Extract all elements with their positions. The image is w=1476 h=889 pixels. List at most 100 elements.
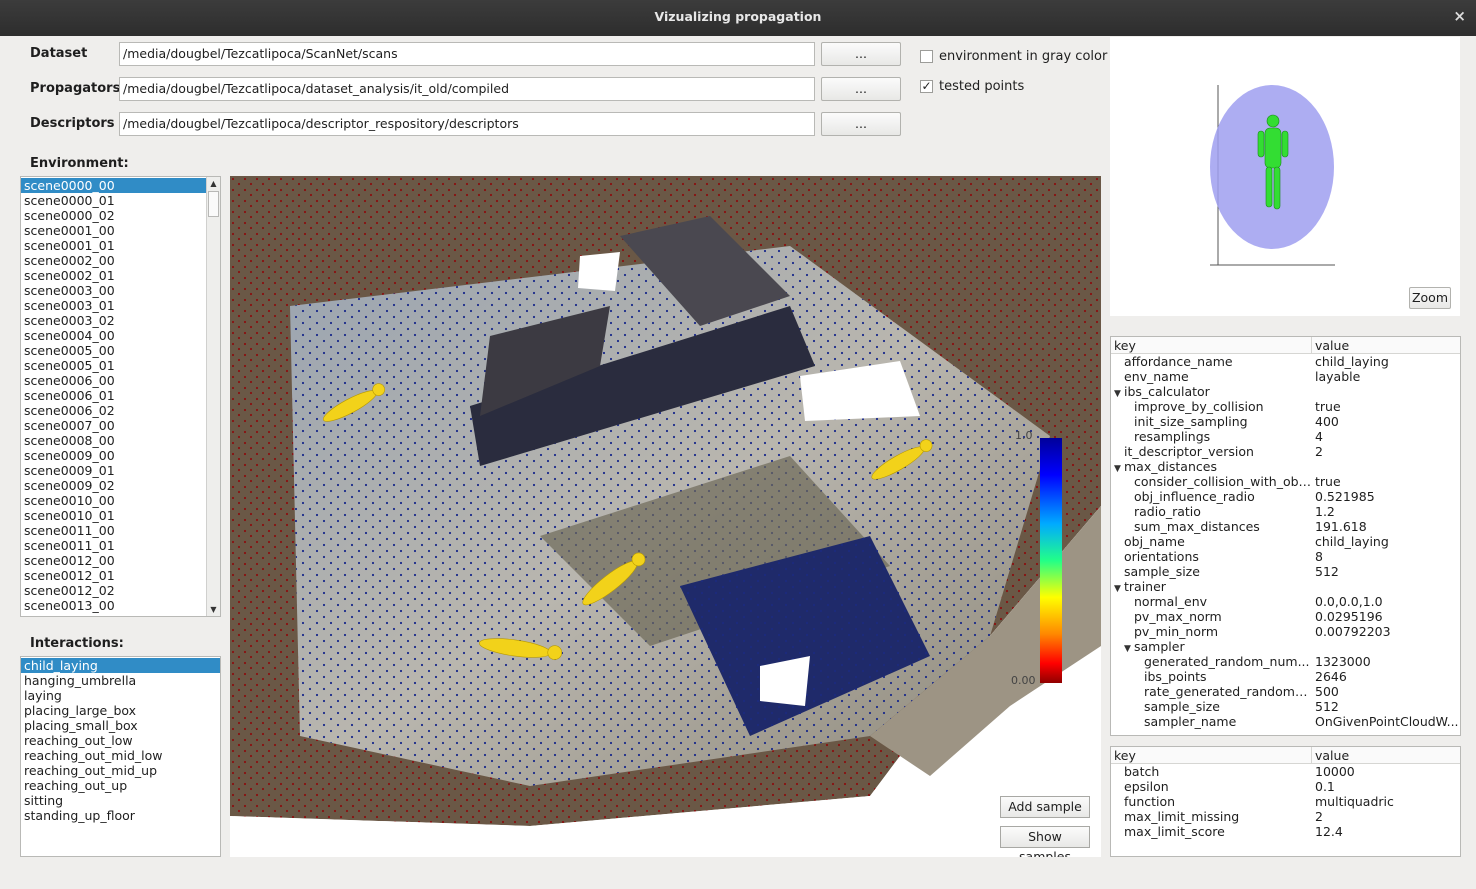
list-item[interactable]: scene0012_02 bbox=[21, 583, 206, 598]
expand-arrow-icon[interactable]: ▼ bbox=[1114, 387, 1124, 399]
table-row[interactable]: improve_by_collision true bbox=[1111, 399, 1460, 414]
list-item[interactable]: scene0002_00 bbox=[21, 253, 206, 268]
key-column-header[interactable]: key bbox=[1111, 747, 1312, 763]
table-row[interactable]: init_size_sampling 400 bbox=[1111, 414, 1460, 429]
list-item[interactable]: scene0008_00 bbox=[21, 433, 206, 448]
tested-points-checkbox[interactable]: ✓ tested points bbox=[920, 79, 1024, 94]
table-row[interactable]: env_name layable bbox=[1111, 369, 1460, 384]
list-item[interactable]: reaching_out_mid_up bbox=[21, 763, 220, 778]
list-item[interactable]: scene0009_01 bbox=[21, 463, 206, 478]
table-row[interactable]: ▼ max_distances bbox=[1111, 459, 1460, 474]
list-item[interactable]: reaching_out_low bbox=[21, 733, 220, 748]
table-row[interactable]: pv_min_norm 0.00792203 bbox=[1111, 624, 1460, 639]
table-row[interactable]: sampler_name OnGivenPointCloudW... bbox=[1111, 714, 1460, 729]
interactions-list[interactable]: child_laying hanging_umbrella laying placin… bbox=[20, 656, 221, 857]
expand-arrow-icon[interactable]: ▼ bbox=[1124, 642, 1134, 654]
list-item[interactable]: scene0003_01 bbox=[21, 298, 206, 313]
table-row[interactable]: max_limit_missing 2 bbox=[1111, 809, 1460, 824]
table-row[interactable]: ▼ sampler bbox=[1111, 639, 1460, 654]
table-row[interactable]: normal_env 0.0,0.0,1.0 bbox=[1111, 594, 1460, 609]
add-sample-button[interactable]: Add sample bbox=[1000, 796, 1090, 818]
table-row[interactable]: generated_random_num... 1323000 bbox=[1111, 654, 1460, 669]
list-item[interactable]: scene0012_01 bbox=[21, 568, 206, 583]
table-row[interactable]: epsilon 0.1 bbox=[1111, 779, 1460, 794]
table-row[interactable]: rate_generated_random_... 500 bbox=[1111, 684, 1460, 699]
table-row[interactable]: resamplings 4 bbox=[1111, 429, 1460, 444]
object-preview-view[interactable]: Zoom bbox=[1110, 37, 1460, 316]
list-item[interactable]: sitting bbox=[21, 793, 220, 808]
table-row[interactable]: consider_collision_with_obj... true bbox=[1111, 474, 1460, 489]
list-item[interactable]: reaching_out_mid_low bbox=[21, 748, 220, 763]
list-item[interactable]: scene0009_02 bbox=[21, 478, 206, 493]
table-row[interactable]: orientations 8 bbox=[1111, 549, 1460, 564]
list-item[interactable]: scene0003_00 bbox=[21, 283, 206, 298]
list-item[interactable]: scene0010_01 bbox=[21, 508, 206, 523]
expand-arrow-icon[interactable]: ▼ bbox=[1114, 462, 1124, 474]
list-item[interactable]: scene0012_00 bbox=[21, 553, 206, 568]
environment-scrollbar[interactable]: ▲ ▼ bbox=[206, 177, 220, 616]
scroll-down-icon[interactable]: ▼ bbox=[207, 603, 220, 616]
list-item[interactable]: child_laying bbox=[21, 658, 220, 673]
descriptors-path-field[interactable]: /media/dougbel/Tezcatlipoca/descriptor_r… bbox=[119, 112, 815, 136]
table-row[interactable]: sample_size 512 bbox=[1111, 564, 1460, 579]
value-column-header[interactable]: value bbox=[1312, 337, 1349, 353]
list-item[interactable]: scene0011_01 bbox=[21, 538, 206, 553]
table-row[interactable]: function multiquadric bbox=[1111, 794, 1460, 809]
list-item[interactable]: scene0000_02 bbox=[21, 208, 206, 223]
expand-arrow-icon[interactable]: ▼ bbox=[1114, 582, 1124, 594]
tested-points-checkbox-box[interactable]: ✓ bbox=[920, 80, 933, 93]
list-item[interactable]: reaching_out_up bbox=[21, 778, 220, 793]
gray-color-checkbox[interactable]: environment in gray color bbox=[920, 49, 1107, 64]
list-item[interactable]: scene0013_00 bbox=[21, 598, 206, 613]
table-row[interactable]: ibs_points 2646 bbox=[1111, 669, 1460, 684]
scene-render[interactable] bbox=[230, 176, 1101, 857]
list-item[interactable]: scene0002_01 bbox=[21, 268, 206, 283]
scroll-up-icon[interactable]: ▲ bbox=[207, 177, 220, 190]
table-row[interactable]: batch 10000 bbox=[1111, 764, 1460, 779]
list-item[interactable]: scene0005_00 bbox=[21, 343, 206, 358]
table-row[interactable]: ▼ ibs_calculator bbox=[1111, 384, 1460, 399]
descriptors-browse-button[interactable]: ... bbox=[821, 112, 901, 136]
table-row[interactable]: it_descriptor_version 2 bbox=[1111, 444, 1460, 459]
list-item[interactable]: placing_small_box bbox=[21, 718, 220, 733]
table-row[interactable]: max_limit_score 12.4 bbox=[1111, 824, 1460, 839]
list-item[interactable]: placing_large_box bbox=[21, 703, 220, 718]
dataset-browse-button[interactable]: ... bbox=[821, 42, 901, 66]
table-row[interactable]: radio_ratio 1.2 bbox=[1111, 504, 1460, 519]
list-item[interactable]: scene0004_00 bbox=[21, 328, 206, 343]
propagators-browse-button[interactable]: ... bbox=[821, 77, 901, 101]
gray-color-checkbox-box[interactable] bbox=[920, 50, 933, 63]
value-column-header[interactable]: value bbox=[1312, 747, 1349, 763]
propagators-path-field[interactable]: /media/dougbel/Tezcatlipoca/dataset_anal… bbox=[119, 77, 815, 101]
list-item[interactable]: scene0005_01 bbox=[21, 358, 206, 373]
list-item[interactable]: scene0011_00 bbox=[21, 523, 206, 538]
list-item[interactable]: standing_up_floor bbox=[21, 808, 220, 823]
scroll-thumb[interactable] bbox=[208, 191, 219, 217]
environment-list[interactable]: scene0000_00 scene0000_01 scene0000_02 scen… bbox=[20, 176, 221, 617]
list-item[interactable]: scene0006_01 bbox=[21, 388, 206, 403]
list-item[interactable]: scene0010_00 bbox=[21, 493, 206, 508]
table-row[interactable]: affordance_name child_laying bbox=[1111, 354, 1460, 369]
list-item[interactable]: scene0006_00 bbox=[21, 373, 206, 388]
table-row[interactable]: obj_influence_radio 0.521985 bbox=[1111, 489, 1460, 504]
list-item[interactable]: scene0003_02 bbox=[21, 313, 206, 328]
list-item[interactable]: hanging_umbrella bbox=[21, 673, 220, 688]
list-item[interactable]: scene0001_01 bbox=[21, 238, 206, 253]
list-item[interactable]: scene0009_00 bbox=[21, 448, 206, 463]
table-row[interactable]: pv_max_norm 0.0295196 bbox=[1111, 609, 1460, 624]
descriptor-table[interactable]: key value affordance_name child_laying env… bbox=[1110, 336, 1461, 736]
zoom-button[interactable]: Zoom bbox=[1409, 287, 1451, 309]
list-item[interactable]: scene0007_00 bbox=[21, 418, 206, 433]
list-item[interactable]: scene0006_02 bbox=[21, 403, 206, 418]
score-config-table[interactable]: key value batch 10000 epsilon 0.1 function mu… bbox=[1110, 746, 1461, 857]
list-item[interactable]: scene0000_00 bbox=[21, 178, 206, 193]
table-row[interactable]: sample_size 512 bbox=[1111, 699, 1460, 714]
list-item[interactable]: scene0001_00 bbox=[21, 223, 206, 238]
table-row[interactable]: sum_max_distances 191.618 bbox=[1111, 519, 1460, 534]
list-item[interactable]: laying bbox=[21, 688, 220, 703]
dataset-path-field[interactable]: /media/dougbel/Tezcatlipoca/ScanNet/scan… bbox=[119, 42, 815, 66]
scene-3d-viewport[interactable]: 1.0 0.00 Add sample Show samples bbox=[230, 176, 1101, 857]
table-row[interactable]: obj_name child_laying bbox=[1111, 534, 1460, 549]
close-icon[interactable]: × bbox=[1453, 7, 1466, 25]
table-row[interactable]: ▼ trainer bbox=[1111, 579, 1460, 594]
